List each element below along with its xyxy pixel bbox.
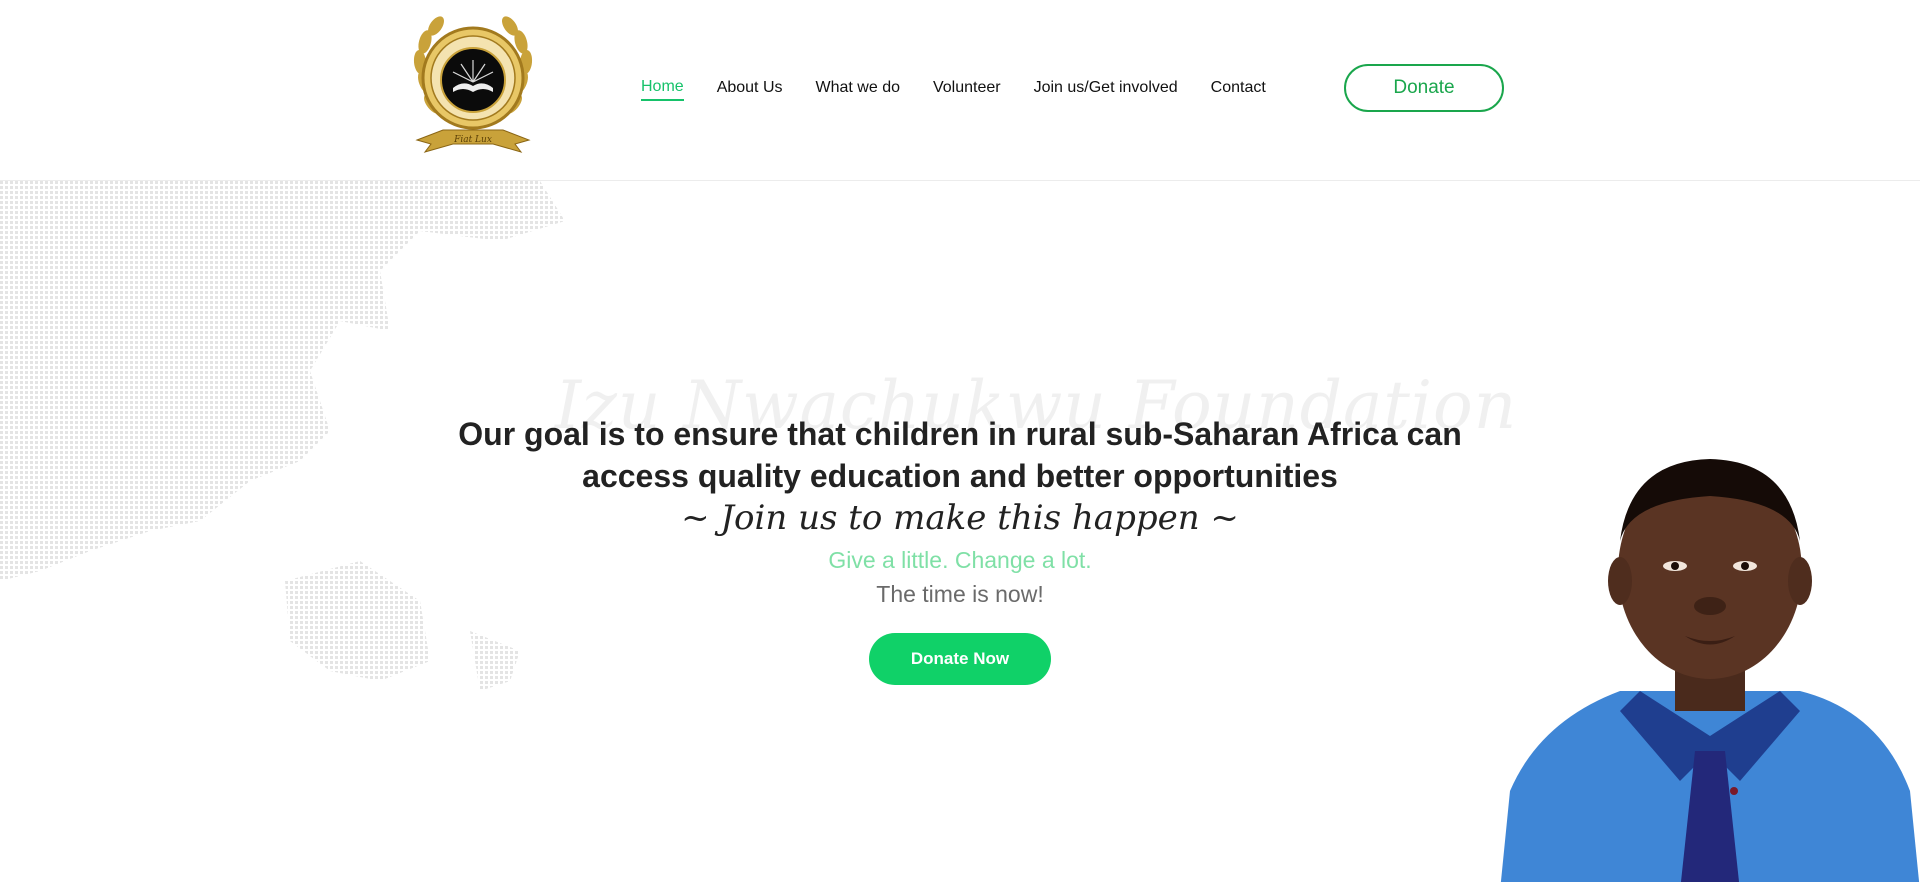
child-photo [1500, 459, 1920, 882]
nav-about-us[interactable]: About Us [717, 79, 783, 100]
donate-now-button[interactable]: Donate Now [869, 633, 1051, 685]
hero-time-text: The time is now! [876, 581, 1044, 607]
nav-what-we-do[interactable]: What we do [816, 79, 900, 100]
hero-headline-line1: Our goal is to ensure that children in r… [458, 416, 1462, 452]
site-header: Fiat Lux Home About Us What we do Volunt… [0, 0, 1920, 181]
hero-join-text: ~ Join us to make this happen ~ [681, 498, 1239, 538]
nav-join-us[interactable]: Join us/Get involved [1034, 79, 1178, 100]
main-nav: Home About Us What we do Volunteer Join … [641, 78, 1299, 101]
hero-text: Our goal is to ensure that children in r… [440, 413, 1480, 685]
nav-volunteer[interactable]: Volunteer [933, 79, 1001, 100]
hero-headline-line2: access quality education and better oppo… [582, 458, 1338, 494]
foundation-logo[interactable]: Fiat Lux [403, 12, 543, 164]
hero-tagline: Give a little. Change a lot. [828, 547, 1092, 573]
donate-button[interactable]: Donate [1344, 64, 1504, 112]
hero-section: Izu Nwachukwu Foundation Our goal is to … [0, 181, 1920, 882]
nav-home[interactable]: Home [641, 78, 684, 101]
nav-contact[interactable]: Contact [1211, 79, 1266, 100]
logo-motto: Fiat Lux [453, 135, 492, 145]
